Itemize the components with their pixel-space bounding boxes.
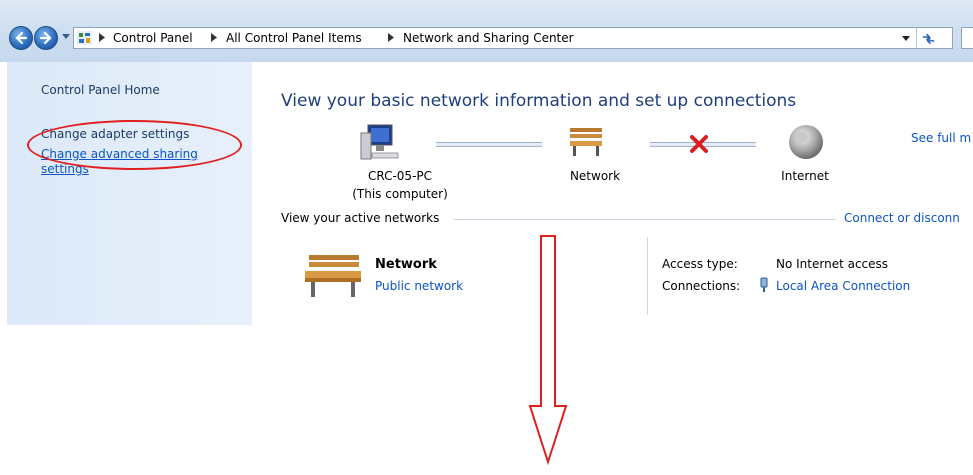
sidebar: Control Panel Home Change adapter settin… [7, 62, 252, 325]
navigation-bar: Control Panel All Control Panel Items Ne… [0, 0, 973, 62]
local-area-connection-link[interactable]: Local Area Connection [776, 279, 910, 293]
computer-subtitle: (This computer) [352, 187, 448, 201]
connect-or-disconnect-link[interactable]: Connect or disconn [844, 211, 960, 225]
recent-pages-dropdown-icon[interactable] [62, 34, 70, 40]
forward-button[interactable] [34, 26, 58, 50]
network-type-link[interactable]: Public network [375, 279, 463, 293]
control-panel-icon [77, 31, 92, 45]
breadcrumb-control-panel[interactable]: Control Panel [113, 31, 193, 46]
annotation-arrow [528, 235, 568, 466]
see-full-map-link[interactable]: See full m [911, 131, 971, 145]
search-input[interactable] [961, 27, 973, 49]
chevron-right-icon[interactable] [99, 33, 105, 42]
map-network-label[interactable]: Network [560, 169, 630, 183]
ethernet-icon [760, 277, 768, 292]
bench-network-icon [570, 128, 602, 156]
back-button[interactable] [9, 26, 33, 50]
connections-label: Connections: [662, 279, 741, 293]
breadcrumb-network-sharing[interactable]: Network and Sharing Center [403, 31, 574, 46]
computer-name: CRC-05-PC [367, 169, 433, 183]
connection-line [436, 142, 542, 147]
address-dropdown-icon[interactable] [894, 28, 917, 48]
error-x-icon [690, 135, 708, 153]
forward-icon [39, 31, 52, 45]
chevron-right-icon[interactable] [211, 33, 217, 42]
back-icon [15, 31, 28, 45]
address-bar[interactable]: Control Panel All Control Panel Items Ne… [73, 27, 953, 49]
computer-icon [360, 124, 399, 160]
annotation-oval [27, 120, 242, 170]
page-title: View your basic network information and … [281, 91, 797, 111]
active-networks-header: View your active networks [281, 211, 440, 225]
breadcrumb-all-items[interactable]: All Control Panel Items [226, 31, 362, 46]
section-divider [454, 219, 836, 220]
access-type-label: Access type: [662, 257, 738, 271]
globe-icon [789, 125, 823, 159]
chevron-right-icon[interactable] [388, 33, 394, 42]
access-type-value: No Internet access [776, 257, 889, 271]
refresh-icon[interactable] [916, 28, 940, 48]
vertical-divider [647, 237, 648, 315]
bench-network-icon [305, 255, 361, 297]
map-internet-label: Internet [781, 169, 829, 183]
network-name: Network [375, 257, 437, 272]
control-panel-home-link[interactable]: Control Panel Home [41, 83, 160, 97]
